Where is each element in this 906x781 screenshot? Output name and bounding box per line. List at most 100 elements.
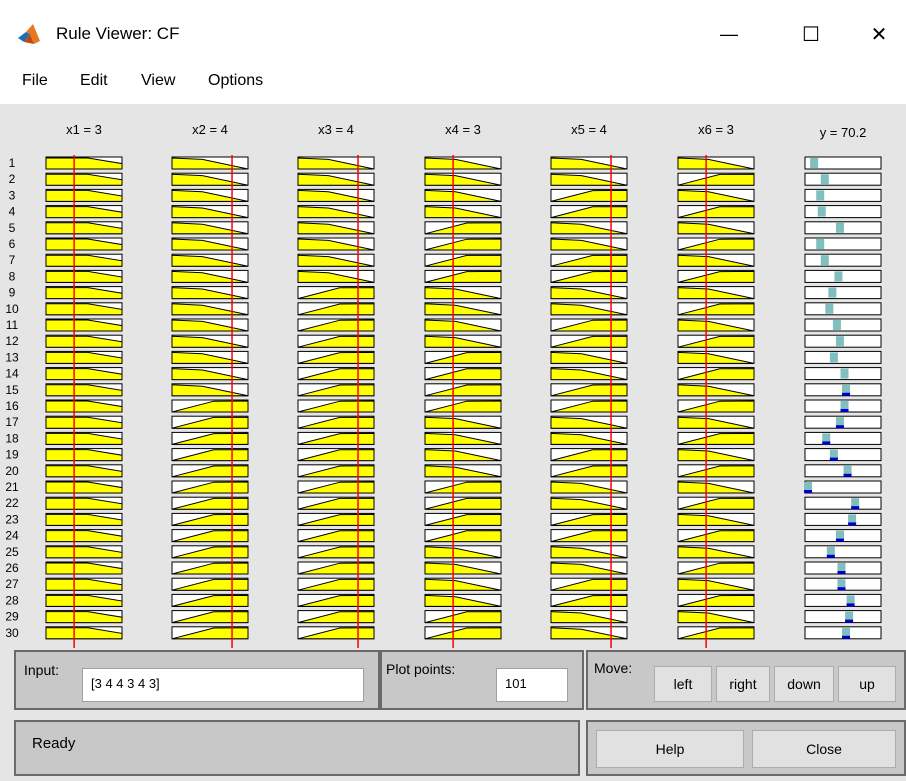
output-marker: [817, 206, 826, 217]
input-header-2: x2 = 4: [192, 122, 228, 137]
rule-number: 30: [5, 626, 19, 640]
menu-options[interactable]: Options: [208, 72, 263, 90]
maximize-icon: ☐: [802, 23, 820, 46]
rule-number: 28: [5, 593, 19, 607]
output-marker-base: [804, 490, 813, 493]
output-mf-box: [804, 512, 882, 526]
output-mf-box: [804, 286, 882, 300]
output-marker-base: [842, 635, 851, 639]
output-marker-base: [846, 603, 855, 607]
output-marker-base: [829, 457, 838, 461]
input-header-5: x5 = 4: [571, 122, 607, 137]
output-marker: [835, 222, 844, 233]
output-marker: [834, 271, 843, 282]
rule-number: 6: [9, 237, 16, 251]
output-marker-base: [851, 506, 860, 510]
menu-view[interactable]: View: [141, 72, 175, 90]
menu-edit[interactable]: Edit: [80, 72, 108, 90]
rule-number: 19: [5, 448, 19, 462]
close-icon: ✕: [870, 23, 888, 46]
output-mf-box: [804, 464, 882, 478]
output-marker-base: [837, 587, 846, 591]
output-mf-box: [804, 269, 882, 283]
output-marker: [832, 320, 841, 330]
rule-number: 26: [5, 561, 19, 575]
output-marker-base: [842, 392, 851, 396]
rule-number: 12: [5, 334, 19, 348]
input-header-4: x4 = 3: [445, 122, 481, 137]
rule-number: 21: [5, 480, 19, 494]
rule-number: 27: [5, 577, 19, 591]
rule-number: 9: [9, 286, 16, 300]
maximize-button[interactable]: ☐: [788, 16, 834, 52]
rule-number: 15: [5, 383, 19, 397]
title-bar: Rule Viewer: CF — ☐ ✕: [0, 0, 906, 58]
output-marker-base: [822, 441, 831, 445]
move-down-button[interactable]: down: [774, 666, 834, 702]
rule-number: 23: [5, 512, 19, 526]
input-header-1: x1 = 3: [66, 122, 102, 137]
output-mf-box: [804, 253, 882, 267]
move-right-button[interactable]: right: [716, 666, 770, 702]
output-mf-box: [804, 610, 882, 624]
input-field[interactable]: [3 4 4 3 4 3]: [82, 668, 364, 702]
rule-number: 13: [5, 350, 19, 364]
output-marker: [825, 303, 834, 314]
move-up-button[interactable]: up: [838, 666, 896, 702]
status-text: Ready: [32, 735, 76, 752]
output-marker: [829, 352, 838, 363]
rule-number: 11: [6, 318, 19, 332]
rule-number: 20: [5, 464, 19, 478]
output-mf-box: [804, 318, 882, 332]
rule-number: 1: [9, 156, 16, 170]
rule-number: 14: [5, 367, 19, 381]
rule-number: 3: [9, 188, 16, 202]
rule-number: 18: [5, 431, 19, 445]
status-panel: [14, 720, 580, 776]
output-mf-box: [804, 545, 882, 559]
output-mf-box: [804, 350, 882, 364]
rule-number: 16: [5, 399, 19, 413]
output-marker: [828, 287, 837, 298]
plot-points-label: Plot points:: [386, 661, 456, 677]
rule-number: 10: [5, 302, 19, 316]
rule-number: 25: [5, 545, 19, 559]
output-mf-box: [804, 205, 882, 219]
rule-number: 5: [9, 221, 16, 235]
rule-number: 24: [5, 529, 19, 543]
move-left-button[interactable]: left: [654, 666, 712, 702]
minimize-button[interactable]: —: [706, 16, 752, 52]
output-marker-base: [837, 571, 846, 574]
window-title: Rule Viewer: CF: [56, 24, 180, 43]
plot-points-field[interactable]: 101: [496, 668, 568, 702]
rule-plot[interactable]: x1 = 3 x2 = 4 x3 = 4 x4 = 3 x5 = 4 x6 = 3 y = …: [0, 104, 906, 648]
output-header: y = 70.2: [820, 125, 867, 140]
close-window-button[interactable]: ✕: [856, 16, 902, 52]
output-mf-box: [804, 496, 882, 510]
output-marker: [820, 174, 829, 185]
output-marker-base: [848, 522, 857, 526]
input-header-3: x3 = 4: [318, 122, 354, 137]
output-marker: [820, 255, 829, 266]
rule-number: 4: [9, 205, 16, 219]
input-header-6: x6 = 3: [698, 122, 734, 137]
output-mf-box: [804, 480, 882, 494]
matlab-logo-icon: [18, 24, 40, 44]
output-marker-base: [840, 409, 849, 412]
close-button[interactable]: Close: [752, 730, 896, 768]
move-label: Move:: [594, 660, 633, 676]
rule-number: 8: [9, 269, 16, 283]
output-marker: [835, 336, 844, 347]
menu-file[interactable]: File: [22, 72, 48, 90]
output-marker-base: [835, 425, 844, 429]
output-marker: [840, 368, 849, 379]
output-marker-base: [835, 538, 844, 542]
help-button[interactable]: Help: [596, 730, 744, 768]
rule-number: 17: [5, 415, 19, 429]
output-marker-base: [845, 619, 854, 623]
output-marker: [810, 158, 819, 168]
output-mf-box: [804, 172, 882, 186]
output-mf-box: [804, 448, 882, 462]
menu-bar: [0, 58, 906, 104]
minimize-icon: —: [720, 23, 738, 44]
